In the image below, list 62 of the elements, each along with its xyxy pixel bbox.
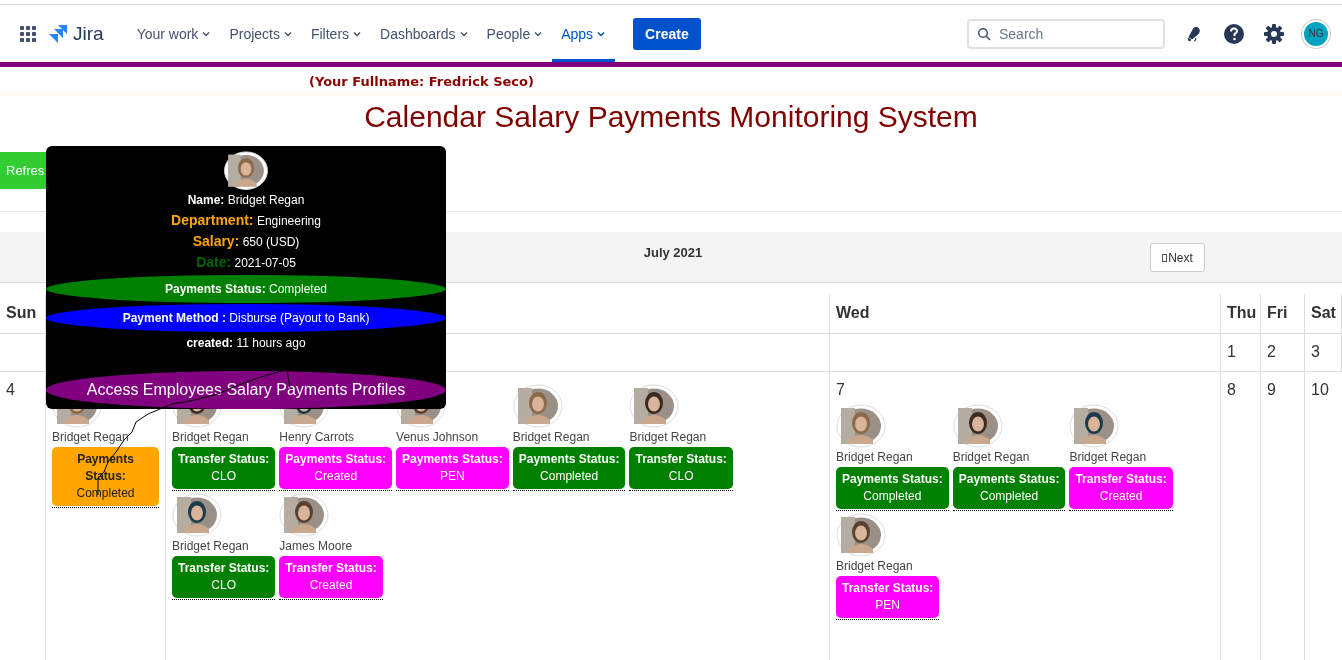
nav-menu-item[interactable]: Dashboards — [371, 5, 478, 62]
page-title: Calendar Salary Payments Monitoring System — [363, 99, 979, 135]
status-band: Payment Method : Disburse (Payout to Bank) — [46, 304, 446, 333]
status-badge[interactable]: Payments Status: Completed — [836, 467, 949, 509]
status-badge[interactable]: Transfer Status: CLO — [629, 447, 733, 489]
employee-name: Henry Carrots — [279, 430, 355, 444]
detail-line: Date: 2021-07-05 — [196, 253, 296, 273]
create-button[interactable]: Create — [633, 17, 701, 50]
nav-menu-item[interactable]: People — [477, 5, 553, 62]
app-grid-icon[interactable] — [18, 23, 38, 44]
employee-name: Venus Johnson — [396, 430, 479, 444]
day-number: 4 — [6, 380, 16, 400]
status-badge[interactable]: Payments Status: Created — [279, 447, 393, 489]
detail-line: Department: Engineering — [171, 211, 321, 231]
created-line: created: 11 hours ago — [186, 335, 306, 353]
glyph-icon — [1162, 253, 1168, 262]
logo-text[interactable]: Jira — [73, 22, 104, 45]
employee-name: Bridget Regan — [172, 430, 249, 444]
detail-line: Name: Bridget Regan — [187, 192, 305, 210]
status-badge[interactable]: Payments Status: Completed — [512, 447, 626, 489]
employee-name: Bridget Regan — [629, 430, 707, 444]
status-badge[interactable]: Transfer Status: Created — [279, 556, 383, 598]
next-button[interactable]: Next — [1150, 243, 1205, 272]
employee-name: Bridget Regan — [512, 430, 590, 444]
detail-line: Salary: 650 (USD) — [192, 232, 300, 252]
weekday-header: Thu — [1221, 294, 1261, 334]
nav-menu-item[interactable]: Filters — [301, 5, 372, 62]
day-number: 3 — [1311, 342, 1321, 362]
nav-menu-item[interactable]: Your work — [127, 5, 221, 62]
user-avatar[interactable]: NG — [1302, 19, 1330, 48]
status-badge[interactable]: Transfer Status: CLO — [172, 447, 276, 489]
status-badge[interactable]: Transfer Status: Created — [1069, 467, 1173, 509]
weekday-header: Sat — [1305, 294, 1342, 334]
day-number: 1 — [1227, 342, 1237, 362]
profiles-button[interactable]: Access Employees Salary Payments Profiles — [46, 371, 446, 409]
logo-icon[interactable] — [48, 23, 68, 44]
nav-menu-item[interactable]: Projects — [220, 5, 302, 62]
status-badge[interactable]: Transfer Status: PEN — [836, 576, 940, 618]
day-number: 10 — [1311, 380, 1330, 400]
day-number: 7 — [836, 380, 846, 400]
status-badge[interactable]: Transfer Status: CLO — [172, 556, 276, 598]
search-icon — [977, 26, 991, 41]
weekday-header: Wed — [830, 294, 1221, 334]
employee-name: James Moore — [279, 539, 353, 553]
employee-name: Bridget Regan — [952, 450, 1030, 464]
day-number: 9 — [1267, 380, 1277, 400]
settings-icon[interactable] — [1263, 22, 1285, 45]
day-number: 8 — [1227, 380, 1237, 400]
help-icon[interactable] — [1223, 22, 1245, 45]
employee-name: Bridget Regan — [52, 430, 129, 444]
fullname-label: (Your Fullname: Fredrick Seco) — [0, 67, 1342, 95]
month-label: July 2021 — [643, 245, 703, 260]
search-field[interactable]: Search — [967, 18, 1165, 49]
employee-name: Bridget Regan — [172, 539, 249, 553]
employee-name: Bridget Regan — [836, 559, 913, 573]
status-band: Payments Status: Completed — [46, 275, 446, 304]
status-badge[interactable]: Payments Status: PEN — [396, 447, 509, 489]
day-number: 2 — [1267, 342, 1277, 362]
status-badge[interactable]: Payments Status: Completed — [952, 467, 1066, 509]
employee-name: Bridget Regan — [836, 450, 913, 464]
weekday-header: Fri — [1261, 294, 1305, 334]
employee-name: Bridget Regan — [1069, 450, 1147, 464]
